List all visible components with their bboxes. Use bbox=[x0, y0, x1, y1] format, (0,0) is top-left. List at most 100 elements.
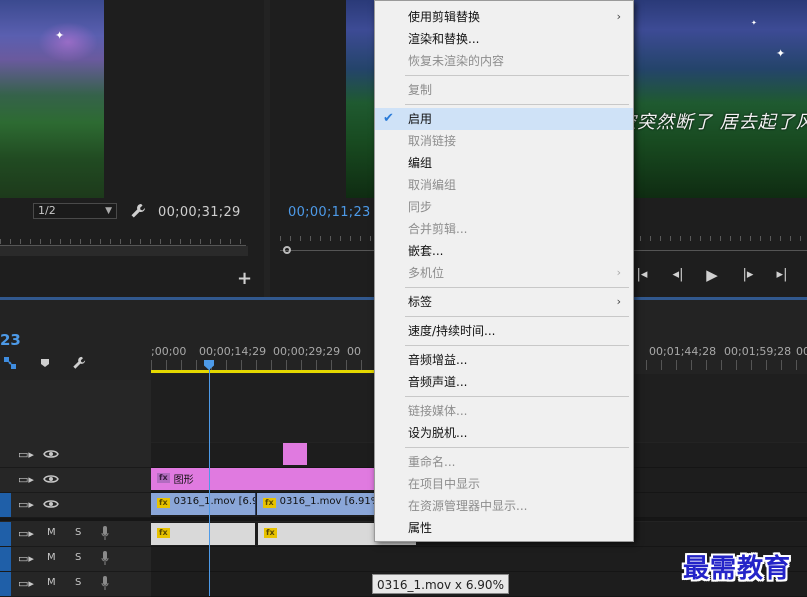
menu-item-label: 音频声道... bbox=[408, 375, 468, 389]
audio-clip[interactable]: fx bbox=[151, 523, 255, 545]
step-forward-icon[interactable]: |▸ bbox=[738, 265, 758, 285]
menu-item-label: 速度/持续时间... bbox=[408, 324, 496, 338]
source-timecode[interactable]: 00;00;31;29 bbox=[158, 205, 241, 220]
wrench-icon[interactable] bbox=[130, 203, 146, 219]
microphone-icon[interactable] bbox=[101, 551, 109, 565]
mute-button[interactable]: M bbox=[47, 527, 56, 538]
menu-separator bbox=[405, 447, 629, 448]
work-area-bar[interactable] bbox=[151, 370, 376, 373]
menu-item-label: 取消编组 bbox=[408, 178, 457, 192]
menu-item-label: 编组 bbox=[408, 156, 433, 170]
track-header-a3[interactable]: ▭▸ M S bbox=[0, 572, 151, 597]
menu-item-restore-unrendered: 恢复未渲染的内容 bbox=[375, 50, 633, 72]
mute-button[interactable]: M bbox=[47, 552, 56, 563]
mute-button[interactable]: M bbox=[47, 577, 56, 588]
track-header-a1[interactable]: ▭▸ M S bbox=[0, 522, 151, 547]
menu-separator bbox=[405, 345, 629, 346]
solo-button[interactable]: S bbox=[75, 527, 81, 538]
track-target-indicator[interactable] bbox=[0, 547, 11, 571]
menu-item-label: 渲染和替换... bbox=[408, 32, 480, 46]
track-header-v3[interactable]: ▭▸ bbox=[0, 443, 151, 468]
sync-lock-icon[interactable]: ▭▸ bbox=[18, 498, 34, 511]
menu-separator bbox=[405, 396, 629, 397]
chevron-right-icon: › bbox=[616, 10, 621, 23]
fx-badge-icon: fx bbox=[264, 528, 277, 538]
source-time-ruler[interactable] bbox=[0, 225, 246, 246]
menu-item-label: 在项目中显示 bbox=[408, 477, 481, 491]
menu-item-label: 嵌套... bbox=[408, 244, 444, 258]
menu-item-label: 复制 bbox=[408, 83, 433, 97]
step-back-icon[interactable]: ◂| bbox=[668, 265, 688, 285]
menu-item-label: 合并剪辑... bbox=[408, 222, 468, 236]
microphone-icon[interactable] bbox=[101, 526, 109, 540]
menu-item-label: 取消链接 bbox=[408, 134, 457, 148]
go-to-in-icon[interactable]: |◂ bbox=[632, 265, 652, 285]
menu-item-speed-duration[interactable]: 速度/持续时间... bbox=[375, 320, 633, 342]
go-to-out-icon[interactable]: ▸| bbox=[772, 265, 792, 285]
track-header-v2[interactable]: ▭▸ bbox=[0, 468, 151, 493]
menu-item-nest[interactable]: 嵌套... bbox=[375, 240, 633, 262]
eye-icon[interactable] bbox=[43, 473, 59, 485]
video-clip[interactable]: fx 0316_1.mov [6.91%] bbox=[257, 493, 375, 515]
eye-icon[interactable] bbox=[43, 448, 59, 460]
source-scroll-bar[interactable] bbox=[0, 246, 248, 256]
menu-item-replace-with-clip[interactable]: 使用剪辑替换 › bbox=[375, 6, 633, 28]
solo-button[interactable]: S bbox=[75, 577, 81, 588]
menu-item-group[interactable]: 编组 bbox=[375, 152, 633, 174]
video-clip[interactable]: fx 0316_1.mov [6.91 bbox=[151, 493, 256, 515]
menu-item-merge-clips: 合并剪辑... bbox=[375, 218, 633, 240]
ruler-label: ;00;00 bbox=[151, 345, 187, 358]
menu-item-label: 标签 bbox=[408, 295, 433, 309]
context-menu: 使用剪辑替换 › 渲染和替换... 恢复未渲染的内容 复制 ✔ 启用 取消链接 编组… bbox=[374, 0, 634, 542]
wrench-icon[interactable] bbox=[72, 356, 86, 370]
sync-lock-icon[interactable]: ▭▸ bbox=[18, 552, 34, 565]
eye-icon[interactable] bbox=[43, 498, 59, 510]
clip-tooltip: 0316_1.mov x 6.90% bbox=[372, 574, 509, 594]
source-video-frame: ✦ bbox=[0, 0, 104, 198]
add-button[interactable]: + bbox=[237, 268, 252, 289]
program-playhead-handle[interactable] bbox=[283, 246, 291, 254]
marker-icon[interactable] bbox=[40, 358, 50, 368]
ruler-label: 00;00;29;29 bbox=[273, 345, 341, 358]
watermark-logo: 最需教育 bbox=[683, 554, 792, 584]
chevron-right-icon: › bbox=[616, 295, 621, 308]
menu-item-label-submenu[interactable]: 标签 › bbox=[375, 291, 633, 313]
track-target-indicator[interactable] bbox=[0, 522, 11, 546]
menu-separator bbox=[405, 104, 629, 105]
video-glow bbox=[38, 22, 98, 62]
program-timecode[interactable]: 00;00;11;23 bbox=[288, 205, 371, 220]
menu-item-label: 链接媒体... bbox=[408, 404, 468, 418]
microphone-icon[interactable] bbox=[101, 576, 109, 590]
solo-button[interactable]: S bbox=[75, 552, 81, 563]
menu-item-label: 启用 bbox=[408, 112, 433, 126]
sync-lock-icon[interactable]: ▭▸ bbox=[18, 527, 34, 540]
fx-badge-icon: fx bbox=[157, 473, 170, 483]
timeline-playhead-line[interactable] bbox=[209, 366, 210, 596]
track-target-indicator[interactable] bbox=[0, 572, 11, 596]
fx-badge-icon: fx bbox=[157, 528, 170, 538]
source-zoom-select[interactable]: 1/2 ▼ bbox=[33, 203, 117, 219]
star-sparkle-icon: ✦ bbox=[751, 19, 757, 27]
ruler-label: 00;00;14;29 bbox=[199, 345, 267, 358]
snap-icon[interactable] bbox=[3, 356, 17, 370]
menu-item-render-and-replace[interactable]: 渲染和替换... bbox=[375, 28, 633, 50]
menu-item-label: 音频增益... bbox=[408, 353, 468, 367]
menu-item-enable[interactable]: ✔ 启用 bbox=[375, 108, 633, 130]
fx-badge-icon: fx bbox=[157, 498, 170, 508]
sync-lock-icon[interactable]: ▭▸ bbox=[18, 577, 34, 590]
sync-lock-icon[interactable]: ▭▸ bbox=[18, 448, 34, 461]
menu-item-audio-channels[interactable]: 音频声道... bbox=[375, 371, 633, 393]
track-header-a2[interactable]: ▭▸ M S bbox=[0, 547, 151, 572]
graphic-clip-small[interactable] bbox=[283, 443, 307, 465]
menu-item-audio-gain[interactable]: 音频增益... bbox=[375, 349, 633, 371]
play-icon[interactable]: ▶ bbox=[702, 265, 722, 285]
menu-item-properties[interactable]: 属性 bbox=[375, 517, 633, 539]
menu-item-make-offline[interactable]: 设为脱机... bbox=[375, 422, 633, 444]
menu-item-copy: 复制 bbox=[375, 79, 633, 101]
timeline-timecode[interactable]: 23 bbox=[0, 331, 21, 349]
graphic-clip[interactable]: fx 图形 bbox=[151, 468, 375, 490]
track-header-v1[interactable]: ▭▸ bbox=[0, 493, 151, 518]
sync-lock-icon[interactable]: ▭▸ bbox=[18, 473, 34, 486]
menu-separator bbox=[405, 316, 629, 317]
track-target-indicator[interactable] bbox=[0, 493, 11, 517]
